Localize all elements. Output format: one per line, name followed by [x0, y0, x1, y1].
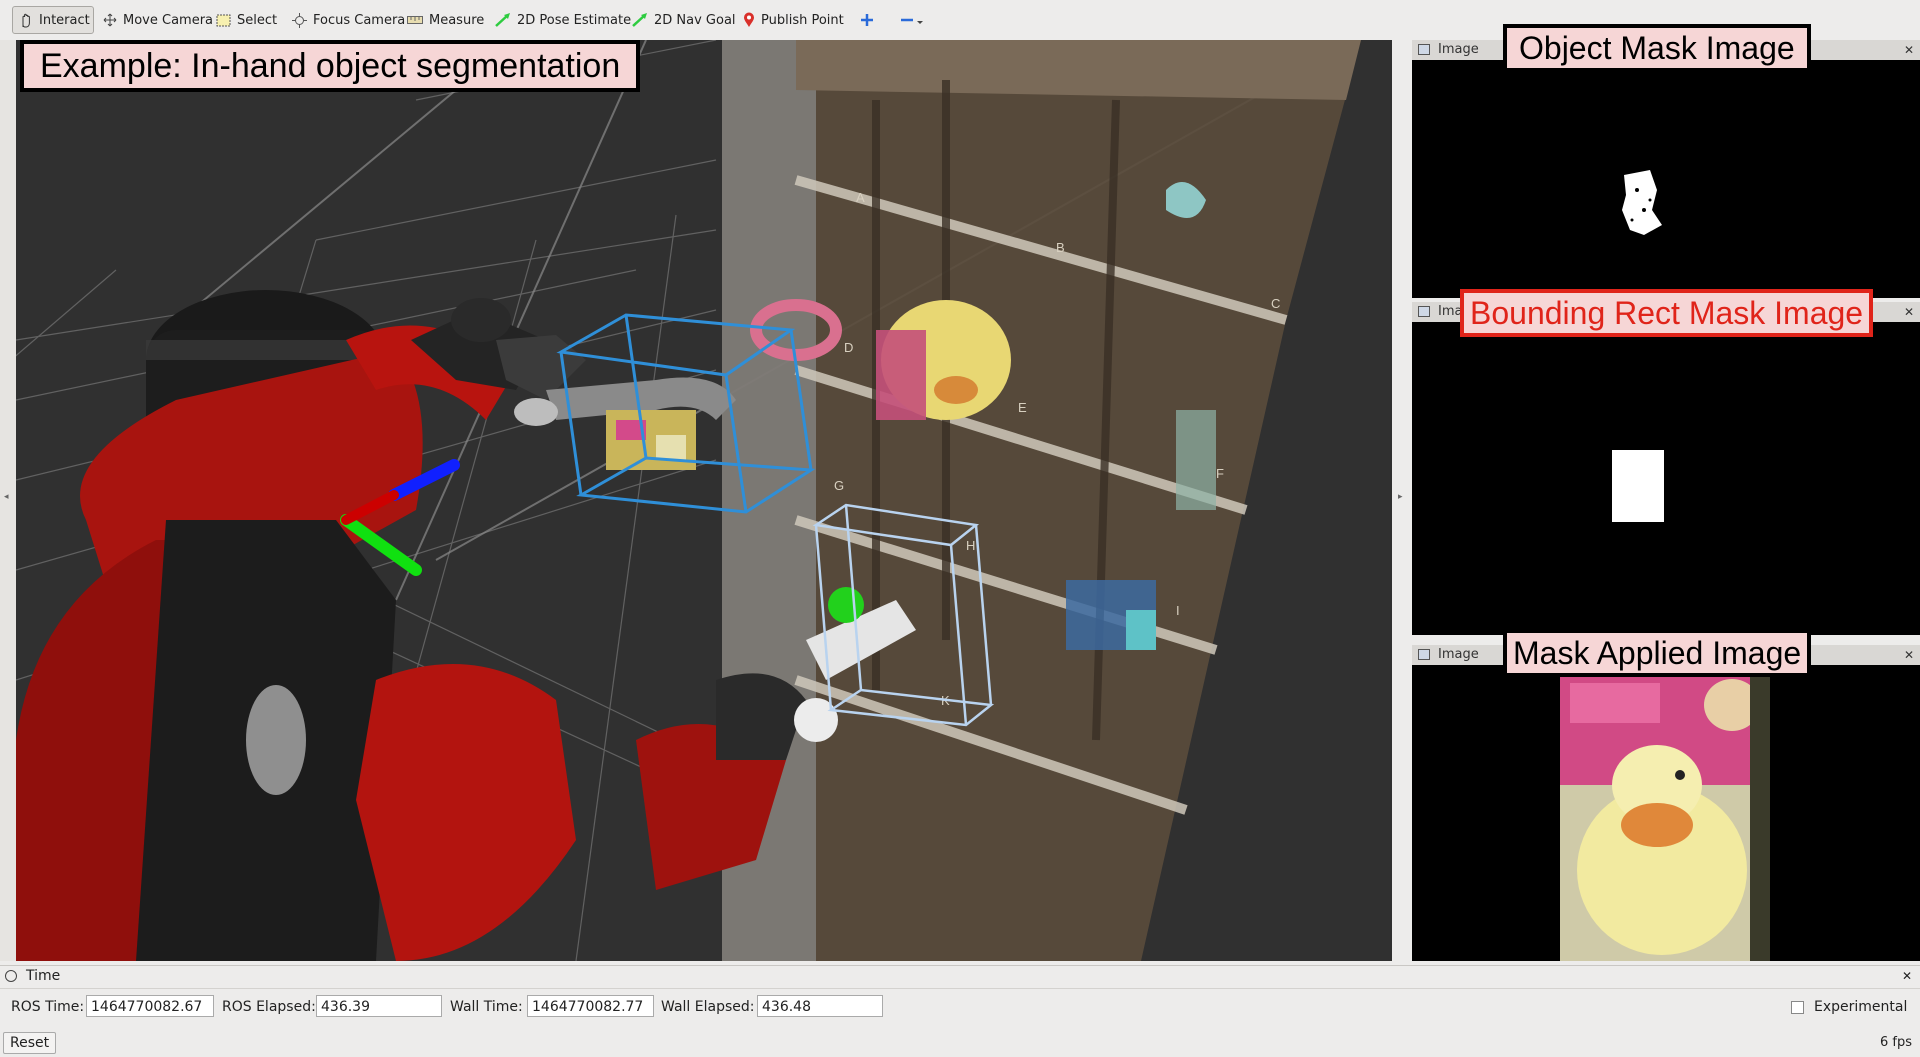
image-window-icon [1418, 649, 1430, 660]
add-tool-button[interactable] [854, 6, 880, 34]
fps-readout: 6 fps [1879, 1035, 1912, 1050]
close-icon[interactable]: ✕ [1904, 40, 1914, 60]
ros-elapsed-field[interactable]: 436.39 [316, 995, 442, 1017]
nav-goal-tool[interactable]: 2D Nav Goal [626, 6, 742, 34]
image-window-icon [1418, 44, 1430, 55]
pose-estimate-label: 2D Pose Estimate [517, 12, 632, 28]
measure-label: Measure [429, 12, 485, 28]
reset-button[interactable]: Reset [3, 1032, 57, 1054]
measure-tool[interactable]: Measure [401, 6, 490, 34]
right-arrow-icon: ▸ [1398, 492, 1403, 502]
svg-text:I: I [1176, 603, 1180, 618]
clock-icon [5, 970, 17, 982]
render-view[interactable]: ABC DEF GHI JK [16, 40, 1392, 961]
nav-goal-label: 2D Nav Goal [654, 12, 736, 28]
right-dock-handle[interactable]: ▸ [1392, 40, 1412, 961]
svg-text:G: G [834, 478, 844, 493]
close-icon[interactable]: ✕ [1904, 645, 1914, 665]
time-panel: Time ✕ ROS Time: 1464770082.67 ROS Elaps… [0, 965, 1920, 1057]
select-icon [216, 14, 231, 26]
focus-camera-icon [292, 12, 307, 28]
svg-text:H: H [966, 538, 975, 553]
interact-label: Interact [39, 12, 90, 28]
image-window-icon [1418, 306, 1430, 317]
close-icon[interactable]: ✕ [1902, 969, 1912, 983]
masked-toy-drawing [1560, 665, 1770, 961]
bounding-rect-panel: Image ✕ Bounding Rect Mask Image [1412, 289, 1920, 635]
nav-arrow-icon [632, 13, 647, 27]
panel-title: Image [1438, 647, 1479, 662]
mask-applied-image [1412, 665, 1920, 961]
wall-time-field[interactable]: 1464770082.77 [527, 995, 654, 1017]
mask-applied-panel: Image ✕ Mask Applied Image [1412, 629, 1920, 961]
left-arrow-icon: ◂ [4, 492, 9, 502]
map-pin-icon [744, 12, 754, 27]
experimental-checkbox[interactable] [1791, 1001, 1804, 1014]
publish-point-label: Publish Point [761, 12, 844, 28]
mask-applied-caption: Mask Applied Image [1503, 629, 1812, 677]
render-caption: Example: In-hand object segmentation [20, 40, 641, 92]
experimental-label: Experimental [1814, 999, 1908, 1015]
bounding-rect-caption: Bounding Rect Mask Image [1460, 289, 1874, 337]
svg-text:A: A [856, 190, 865, 205]
bounding-rect-image [1412, 322, 1920, 635]
interact-tool[interactable]: Interact [12, 6, 94, 34]
move-camera-icon [103, 13, 117, 27]
svg-text:B: B [1056, 240, 1065, 255]
wall-elapsed-label: Wall Elapsed: [661, 999, 755, 1015]
object-mask-panel: Image ✕ Object Mask Image [1412, 24, 1920, 298]
object-mask-image [1412, 60, 1920, 298]
mask-blob-drawing [1622, 170, 1662, 235]
focus-camera-tool[interactable]: Focus Camera [286, 6, 411, 34]
wall-time-label: Wall Time: [450, 999, 523, 1015]
svg-text:E: E [1018, 400, 1027, 415]
hand-icon [22, 13, 30, 28]
panel-title: Image [1438, 42, 1479, 57]
measure-icon [407, 16, 423, 24]
focus-camera-label: Focus Camera [313, 12, 406, 28]
time-panel-title: Time [26, 968, 61, 984]
pose-arrow-icon [495, 13, 510, 27]
minus-icon [901, 18, 923, 24]
ros-time-field[interactable]: 1464770082.67 [86, 995, 214, 1017]
remove-tool-button[interactable] [894, 6, 930, 34]
left-dock-handle[interactable]: ◂ [0, 40, 17, 961]
publish-point-tool[interactable]: Publish Point [737, 6, 850, 34]
svg-text:D: D [844, 340, 853, 355]
ros-elapsed-label: ROS Elapsed: [222, 999, 316, 1015]
ros-time-label: ROS Time: [11, 999, 85, 1015]
select-label: Select [237, 12, 278, 28]
move-camera-label: Move Camera [123, 12, 214, 28]
time-panel-header: Time ✕ [0, 966, 1920, 989]
bounding-rect-mask [1612, 450, 1664, 522]
select-tool[interactable]: Select [210, 6, 283, 34]
svg-text:C: C [1271, 296, 1280, 311]
move-camera-tool[interactable]: Move Camera [97, 6, 219, 34]
scene-drawing: ABC DEF GHI JK [16, 40, 1361, 961]
wall-elapsed-field[interactable]: 436.48 [757, 995, 883, 1017]
svg-text:F: F [1216, 466, 1224, 481]
plus-icon [861, 14, 873, 26]
pose-estimate-tool[interactable]: 2D Pose Estimate [489, 6, 637, 34]
object-mask-caption: Object Mask Image [1503, 24, 1811, 72]
close-icon[interactable]: ✕ [1904, 302, 1914, 322]
